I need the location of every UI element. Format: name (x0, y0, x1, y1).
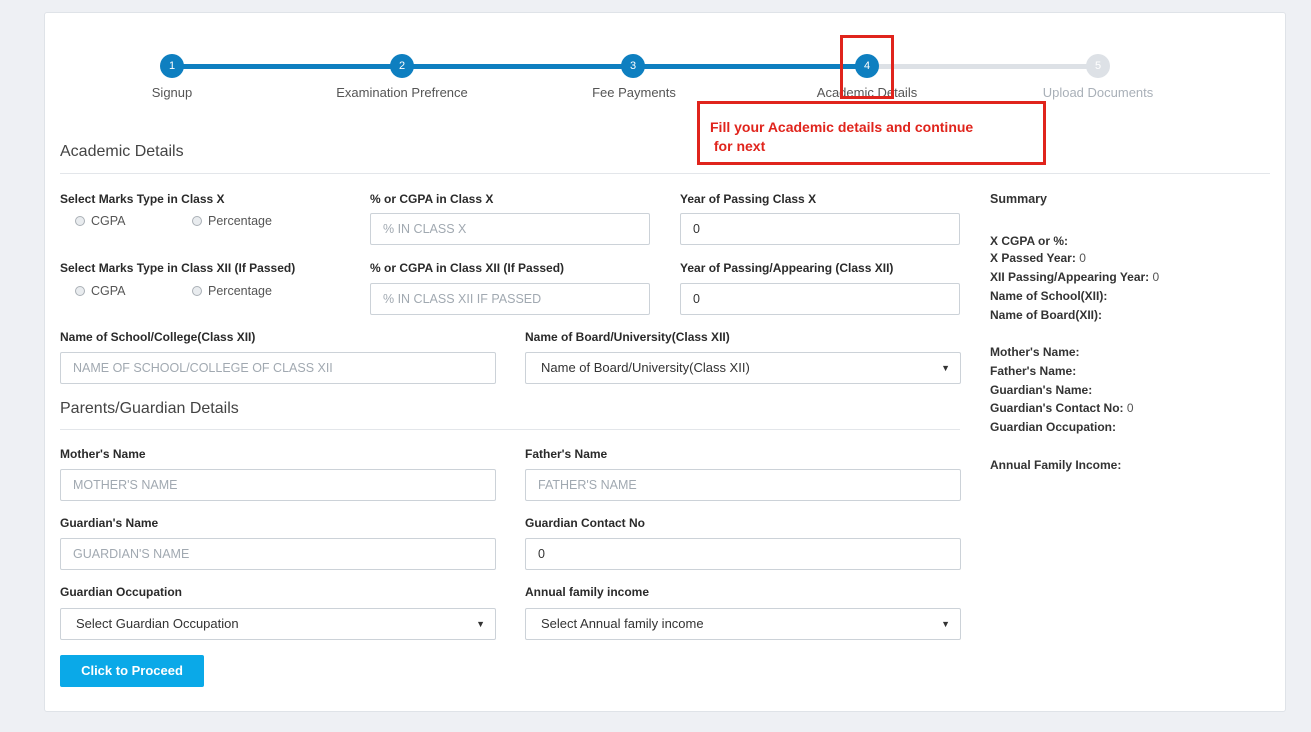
annual-income-label: Annual family income (525, 585, 650, 599)
guardian-contact-label: Guardian Contact No (525, 516, 646, 530)
summary-x-score: X CGPA or %: (990, 234, 1068, 248)
chevron-down-icon: ▼ (476, 619, 485, 629)
step-1-label: Signup (151, 85, 193, 100)
step-5-label: Upload Documents (1042, 85, 1154, 100)
chevron-down-icon: ▼ (941, 619, 950, 629)
step-2-label: Examination Prefrence (336, 85, 468, 100)
class-xii-score-input[interactable]: % IN CLASS XII IF PASSED (370, 283, 650, 315)
radio-label: CGPA (91, 284, 126, 298)
radio-label: CGPA (91, 214, 126, 228)
step-1-dot: 1 (160, 54, 184, 78)
class-xii-cgpa-radio[interactable]: CGPA (75, 284, 126, 298)
step-3-dot: 3 (621, 54, 645, 78)
radio-label: Percentage (208, 214, 272, 228)
summary-x-year: X Passed Year: 0 (990, 251, 1086, 265)
mother-name-input[interactable]: MOTHER'S NAME (60, 469, 496, 501)
board-select-value: Name of Board/University(Class XII) (541, 360, 750, 375)
radio-circle[interactable] (192, 216, 202, 226)
chevron-down-icon: ▼ (941, 363, 950, 373)
school-label: Name of School/College(Class XII) (60, 330, 256, 344)
guardian-name-input[interactable]: GUARDIAN'S NAME (60, 538, 496, 570)
summary-contact: Guardian's Contact No: 0 (990, 401, 1134, 415)
guardian-contact-input[interactable]: 0 (525, 538, 961, 570)
instruction-callout-line2: for next (710, 138, 766, 154)
summary-xii-year-value: 0 (1152, 270, 1160, 284)
step-5-dot: 5 (1086, 54, 1110, 78)
board-select[interactable]: Name of Board/University(Class XII) ▼ (525, 352, 961, 384)
board-label: Name of Board/University(Class XII) (525, 330, 730, 344)
class-x-type-label: Select Marks Type in Class X (60, 192, 225, 206)
radio-circle[interactable] (75, 286, 85, 296)
academic-details-title: Academic Details (60, 143, 184, 160)
class-x-score-input[interactable]: % IN CLASS X (370, 213, 650, 245)
step-2-dot: 2 (390, 54, 414, 78)
school-input[interactable]: NAME OF SCHOOL/COLLEGE OF CLASS XII (60, 352, 496, 384)
stepper-progress-line (172, 64, 866, 69)
summary-x-year-value: 0 (1079, 251, 1086, 265)
summary-income: Annual Family Income: (990, 458, 1122, 472)
class-x-year-input[interactable]: 0 (680, 213, 960, 245)
summary-board: Name of Board(XII): (990, 308, 1103, 322)
class-xii-percentage-radio[interactable]: Percentage (192, 284, 272, 298)
class-xii-year-label: Year of Passing/Appearing (Class XII) (680, 261, 894, 275)
class-x-cgpa-radio[interactable]: CGPA (75, 214, 126, 228)
summary-mother: Mother's Name: (990, 345, 1080, 359)
summary-school: Name of School(XII): (990, 289, 1108, 303)
summary-x-score-label: X CGPA or %: (990, 234, 1069, 248)
summary-title: Summary (990, 192, 1047, 206)
radio-circle[interactable] (192, 286, 202, 296)
instruction-callout-line1: Fill your Academic details and continue (710, 119, 974, 135)
summary-contact-label: Guardian's Contact No: (990, 401, 1124, 415)
summary-x-year-label: X Passed Year: (990, 251, 1076, 265)
stepper-pending-line (866, 64, 1096, 69)
class-x-percentage-radio[interactable]: Percentage (192, 214, 272, 228)
proceed-button[interactable]: Click to Proceed (60, 655, 204, 687)
class-x-year-label: Year of Passing Class X (680, 192, 817, 206)
summary-guardian: Guardian's Name: (990, 383, 1093, 397)
summary-contact-value: 0 (1126, 401, 1134, 415)
parents-details-title: Parents/Guardian Details (60, 400, 239, 417)
radio-label: Percentage (208, 284, 272, 298)
annual-income-select[interactable]: Select Annual family income ▼ (525, 608, 961, 640)
income-select-value: Select Annual family income (541, 616, 704, 631)
summary-occupation: Guardian Occupation: (990, 420, 1117, 434)
class-xii-year-input[interactable]: 0 (680, 283, 960, 315)
summary-xii-year: XII Passing/Appearing Year: 0 (990, 270, 1159, 284)
guardian-occupation-label: Guardian Occupation (60, 585, 183, 599)
academic-divider (60, 173, 1270, 174)
mother-name-label: Mother's Name (60, 447, 146, 461)
occupation-select-value: Select Guardian Occupation (76, 616, 239, 631)
summary-xii-year-label: XII Passing/Appearing Year: (990, 270, 1150, 284)
guardian-name-label: Guardian's Name (60, 516, 159, 530)
father-name-input[interactable]: FATHER'S NAME (525, 469, 961, 501)
parents-divider (60, 429, 960, 430)
summary-father: Father's Name: (990, 364, 1077, 378)
guardian-occupation-select[interactable]: Select Guardian Occupation ▼ (60, 608, 496, 640)
father-name-label: Father's Name (525, 447, 608, 461)
step-3-label: Fee Payments (592, 85, 676, 100)
current-step-highlight (840, 35, 894, 99)
class-xii-score-label: % or CGPA in Class XII (If Passed) (370, 261, 565, 275)
class-xii-type-label: Select Marks Type in Class XII (If Passe… (60, 261, 296, 275)
radio-circle[interactable] (75, 216, 85, 226)
class-x-score-label: % or CGPA in Class X (370, 192, 494, 206)
